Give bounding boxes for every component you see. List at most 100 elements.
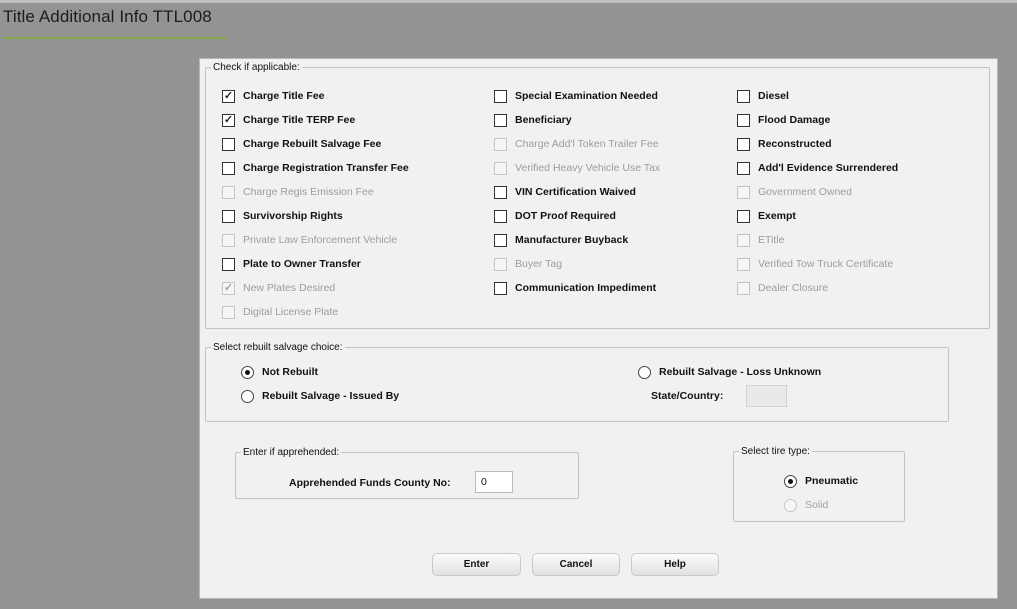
- apprehended-county-input[interactable]: [475, 471, 513, 493]
- checkbox-label: Exempt: [758, 210, 796, 222]
- radio-label: Not Rebuilt: [262, 366, 318, 378]
- checkbox-box[interactable]: [222, 233, 235, 247]
- radio-circle[interactable]: [784, 474, 797, 488]
- checkbox-label: Verified Heavy Vehicle Use Tax: [515, 162, 661, 174]
- checkbox-box[interactable]: [222, 209, 235, 223]
- checkbox-charge-registration-transfer-fee[interactable]: Charge Registration Transfer Fee: [222, 160, 409, 176]
- checkbox-etitle[interactable]: ETitle: [737, 232, 784, 248]
- checkbox-diesel[interactable]: Diesel: [737, 88, 789, 104]
- enter-button[interactable]: Enter: [432, 553, 521, 576]
- checkbox-addl-evidence-surrendered[interactable]: Add'l Evidence Surrendered: [737, 160, 898, 176]
- checkbox-dealer-closure[interactable]: Dealer Closure: [737, 280, 828, 296]
- cancel-button[interactable]: Cancel: [532, 553, 620, 576]
- checkbox-charge-addl-token-trailer-fee[interactable]: Charge Add'l Token Trailer Fee: [494, 136, 659, 152]
- radio-pneumatic[interactable]: Pneumatic: [784, 473, 858, 489]
- checkbox-box[interactable]: [494, 281, 507, 295]
- checkbox-flood-damage[interactable]: Flood Damage: [737, 112, 830, 128]
- checkbox-box[interactable]: [737, 209, 750, 223]
- state-country-label: State/Country:: [651, 390, 724, 402]
- checkbox-label: Private Law Enforcement Vehicle: [243, 234, 398, 246]
- checkbox-verified-heavy-vehicle-use-tax[interactable]: Verified Heavy Vehicle Use Tax: [494, 160, 660, 176]
- checkbox-plate-to-owner-transfer[interactable]: Plate to Owner Transfer: [222, 256, 361, 272]
- checkbox-label: Charge Rebuilt Salvage Fee: [243, 138, 382, 150]
- checkbox-label: Charge Registration Transfer Fee: [243, 162, 409, 174]
- checkbox-label: ETitle: [758, 234, 785, 246]
- state-country-input[interactable]: [746, 385, 787, 407]
- radio-circle[interactable]: [638, 365, 651, 379]
- checkbox-charge-title-terp-fee[interactable]: ✓ Charge Title TERP Fee: [222, 112, 355, 128]
- checkbox-box[interactable]: [222, 305, 235, 319]
- radio-label: Pneumatic: [805, 475, 859, 487]
- radio-not-rebuilt[interactable]: Not Rebuilt: [241, 364, 318, 380]
- checkbox-box[interactable]: [737, 161, 750, 175]
- checkbox-reconstructed[interactable]: Reconstructed: [737, 136, 832, 152]
- radio-label: Rebuilt Salvage - Issued By: [262, 390, 400, 402]
- checkbox-charge-regis-emission-fee[interactable]: Charge Regis Emission Fee: [222, 184, 374, 200]
- checkbox-digital-license-plate[interactable]: Digital License Plate: [222, 304, 338, 320]
- radio-label: Rebuilt Salvage - Loss Unknown: [659, 366, 822, 378]
- checkbox-box[interactable]: [222, 185, 235, 199]
- checkbox-label: Special Examination Needed: [515, 90, 658, 102]
- checkbox-dot-proof-required[interactable]: DOT Proof Required: [494, 208, 616, 224]
- checkbox-new-plates-desired[interactable]: ✓ New Plates Desired: [222, 280, 335, 296]
- checkbox-box[interactable]: [494, 137, 507, 151]
- checkbox-box[interactable]: [737, 113, 750, 127]
- checkbox-label: Communication Impediment: [515, 282, 657, 294]
- checkbox-box[interactable]: [494, 113, 507, 127]
- checkbox-label: Verified Tow Truck Certificate: [758, 258, 894, 270]
- checkbox-label: VIN Certification Waived: [515, 186, 636, 198]
- checkbox-label: Survivorship Rights: [243, 210, 343, 222]
- checkbox-box[interactable]: ✓: [222, 89, 235, 103]
- checkbox-charge-title-fee[interactable]: ✓ Charge Title Fee: [222, 88, 325, 104]
- checkbox-box[interactable]: [737, 257, 750, 271]
- checkbox-survivorship-rights[interactable]: Survivorship Rights: [222, 208, 343, 224]
- checkbox-buyer-tag[interactable]: Buyer Tag: [494, 256, 562, 272]
- radio-rebuilt-salvage-loss-unknown[interactable]: Rebuilt Salvage - Loss Unknown: [638, 364, 821, 380]
- apprehended-county-label: Apprehended Funds County No:: [289, 477, 451, 489]
- checkbox-box[interactable]: [222, 257, 235, 271]
- radio-label: Solid: [805, 499, 829, 511]
- checkbox-charge-rebuilt-salvage-fee[interactable]: Charge Rebuilt Salvage Fee: [222, 136, 381, 152]
- checkbox-label: Flood Damage: [758, 114, 831, 126]
- checkbox-beneficiary[interactable]: Beneficiary: [494, 112, 572, 128]
- checkbox-box[interactable]: [494, 161, 507, 175]
- checkbox-box[interactable]: [737, 233, 750, 247]
- checkbox-communication-impediment[interactable]: Communication Impediment: [494, 280, 656, 296]
- checkbox-government-owned[interactable]: Government Owned: [737, 184, 852, 200]
- checkbox-label: Dealer Closure: [758, 282, 829, 294]
- checkbox-private-law-enforcement-vehicle[interactable]: Private Law Enforcement Vehicle: [222, 232, 397, 248]
- checkbox-box[interactable]: [222, 137, 235, 151]
- checkbox-vin-certification-waived[interactable]: VIN Certification Waived: [494, 184, 636, 200]
- applicable-group: Check if applicable: ✓ Charge Title Fee …: [205, 62, 990, 329]
- checkbox-box[interactable]: ✓: [222, 113, 235, 127]
- checkbox-label: Buyer Tag: [515, 258, 563, 270]
- radio-circle[interactable]: [784, 498, 797, 512]
- checkbox-manufacturer-buyback[interactable]: Manufacturer Buyback: [494, 232, 628, 248]
- checkbox-box[interactable]: [737, 185, 750, 199]
- apprehended-legend: Enter if apprehended:: [243, 447, 340, 458]
- apprehended-group: Enter if apprehended: Apprehended Funds …: [235, 447, 579, 499]
- checkbox-label: Charge Title TERP Fee: [243, 114, 356, 126]
- checkbox-box[interactable]: [737, 89, 750, 103]
- radio-circle[interactable]: [241, 365, 254, 379]
- checkbox-box[interactable]: [494, 89, 507, 103]
- checkbox-verified-tow-truck-certificate[interactable]: Verified Tow Truck Certificate: [737, 256, 893, 272]
- checkbox-exempt[interactable]: Exempt: [737, 208, 796, 224]
- checkbox-special-examination-needed[interactable]: Special Examination Needed: [494, 88, 658, 104]
- checkbox-label: Reconstructed: [758, 138, 832, 150]
- checkbox-label: Diesel: [758, 90, 789, 102]
- checkbox-box[interactable]: [494, 257, 507, 271]
- radio-solid[interactable]: Solid: [784, 497, 828, 513]
- checkbox-label: Plate to Owner Transfer: [243, 258, 361, 270]
- help-button[interactable]: Help: [631, 553, 719, 576]
- checkbox-box[interactable]: [494, 185, 507, 199]
- checkbox-box[interactable]: ✓: [222, 281, 235, 295]
- checkbox-box[interactable]: [222, 161, 235, 175]
- radio-rebuilt-salvage-issued-by[interactable]: Rebuilt Salvage - Issued By: [241, 388, 399, 404]
- checkbox-box[interactable]: [494, 233, 507, 247]
- radio-circle[interactable]: [241, 389, 254, 403]
- checkbox-box[interactable]: [737, 281, 750, 295]
- window-top-strip: [0, 0, 1017, 3]
- checkbox-box[interactable]: [737, 137, 750, 151]
- checkbox-box[interactable]: [494, 209, 507, 223]
